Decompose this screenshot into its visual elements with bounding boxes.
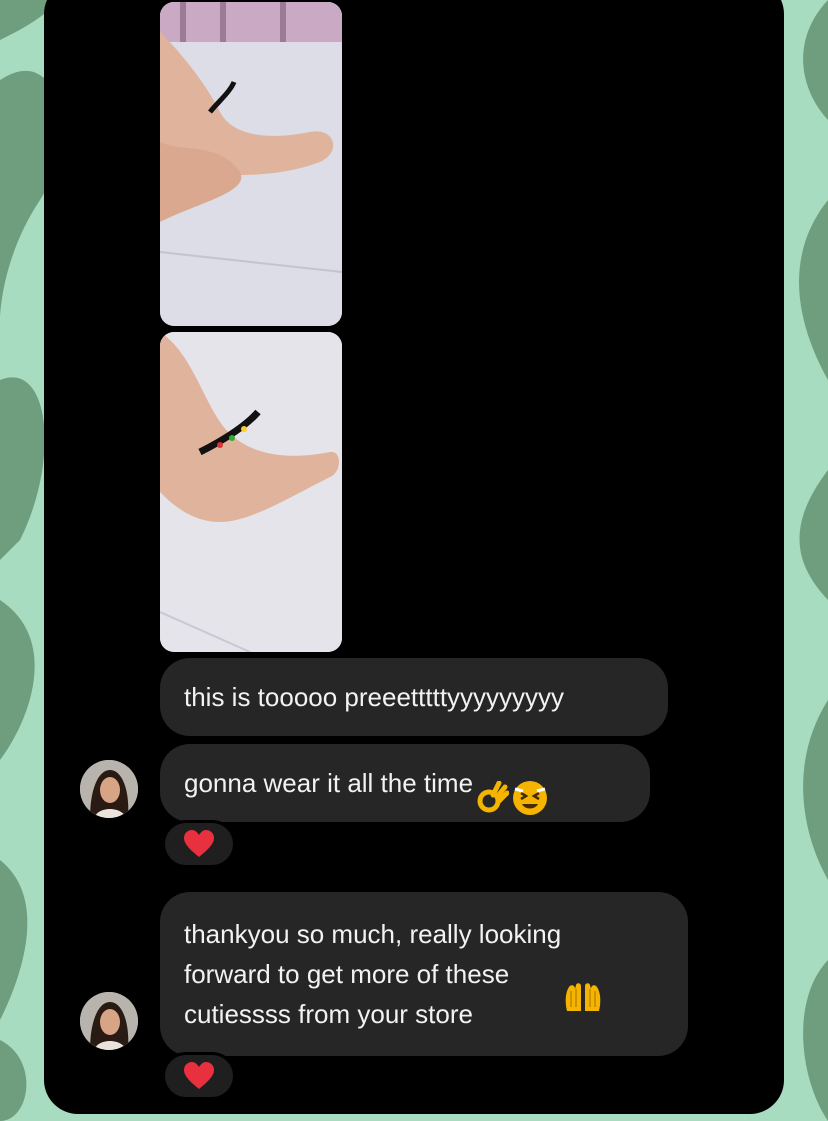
avatar[interactable] <box>80 992 138 1050</box>
profile-photo <box>80 992 138 1050</box>
message-text: this is tooooo preeetttttyyyyyyyyy <box>184 682 565 712</box>
heart-icon <box>184 830 214 857</box>
heart-icon <box>184 1062 214 1089</box>
message-bubble[interactable]: gonna wear it all the time <box>160 744 650 822</box>
reaction-badge[interactable] <box>162 820 236 868</box>
message-bubble[interactable]: this is tooooo preeetttttyyyyyyyyy <box>160 658 668 736</box>
anklet-photo <box>160 332 342 652</box>
message-text: thankyou so much, really looking forward… <box>184 919 562 1029</box>
reaction-badge[interactable] <box>162 1052 236 1100</box>
chat-image-1[interactable] <box>160 2 342 326</box>
blushing-laughing-face-icon <box>511 739 549 828</box>
palms-together-icon <box>563 941 603 1026</box>
avatar[interactable] <box>80 760 138 818</box>
ok-hand-icon <box>475 741 510 826</box>
message-text: gonna wear it all the time <box>184 768 474 798</box>
chat-image-2[interactable] <box>160 332 342 652</box>
message-bubble[interactable]: thankyou so much, really looking forward… <box>160 892 688 1056</box>
anklet-photo <box>160 2 342 326</box>
profile-photo <box>80 760 138 818</box>
chat-panel: this is tooooo preeetttttyyyyyyyyy gonna… <box>44 0 784 1114</box>
